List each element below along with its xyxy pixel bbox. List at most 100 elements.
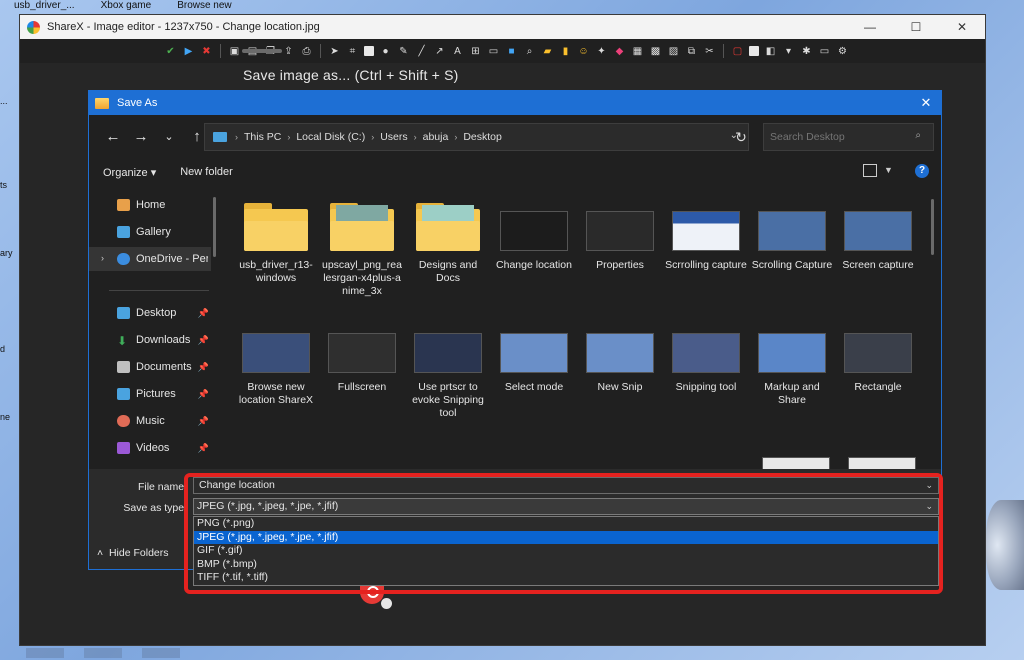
- nav-item-home[interactable]: Home: [117, 195, 213, 215]
- file-item[interactable]: Scrolling Capture: [751, 201, 833, 272]
- file-item[interactable]: Use prtscr to evoke Snipping tool: [407, 333, 489, 420]
- search-input[interactable]: [770, 131, 910, 143]
- ellipse-icon[interactable]: ●: [379, 45, 392, 58]
- sticker-icon[interactable]: ▰: [541, 45, 554, 58]
- tools-icon[interactable]: ✱: [800, 45, 813, 58]
- type-option-bmp[interactable]: BMP (*.bmp): [194, 558, 938, 572]
- dialog-close-button[interactable]: ✕: [911, 95, 941, 111]
- border-size-icon[interactable]: ◧: [764, 45, 777, 58]
- pin-icon[interactable]: 📌: [198, 335, 209, 346]
- desktop-left-label[interactable]: ne: [0, 412, 10, 422]
- border-color-icon[interactable]: ▢: [731, 45, 744, 58]
- gear-icon[interactable]: ⚙: [836, 45, 849, 58]
- file-name-field[interactable]: Change location ⌄: [193, 477, 939, 494]
- shadow-icon[interactable]: ▾: [782, 45, 795, 58]
- file-list-scrollbar[interactable]: [931, 199, 934, 255]
- file-item[interactable]: Change location: [493, 201, 575, 272]
- save-as-type-select[interactable]: JPEG (*.jpg, *.jpeg, *.jpe, *.jfif) ⌄: [193, 498, 939, 515]
- search-box[interactable]: ⌕: [763, 123, 934, 151]
- file-item[interactable]: Screen capture: [837, 201, 919, 272]
- help-icon[interactable]: ?: [915, 164, 929, 178]
- desktop-left-label[interactable]: ts: [0, 180, 7, 190]
- fill-color-icon[interactable]: [749, 46, 759, 56]
- image-thumbnail[interactable]: [848, 457, 916, 469]
- text-bg-icon[interactable]: ⊞: [469, 45, 482, 58]
- desktop-left-label[interactable]: ary: [0, 248, 13, 258]
- cursor-icon[interactable]: ➤: [328, 45, 341, 58]
- breadcrumb-item[interactable]: This PC: [244, 131, 281, 143]
- nav-item-pictures[interactable]: Pictures 📌: [117, 384, 213, 404]
- crop-icon[interactable]: ⌗: [346, 45, 359, 58]
- type-option-gif[interactable]: GIF (*.gif): [194, 544, 938, 558]
- step-icon[interactable]: ■: [505, 45, 518, 58]
- breadcrumb-item[interactable]: Local Disk (C:): [296, 131, 365, 143]
- crop-image-icon[interactable]: ⧉: [685, 45, 698, 58]
- chevron-down-icon[interactable]: ⌄: [925, 478, 933, 493]
- nav-item-videos[interactable]: Videos 📌: [117, 438, 213, 458]
- pin-icon[interactable]: 📌: [198, 443, 209, 454]
- highlight-icon[interactable]: ▮: [559, 45, 572, 58]
- file-item[interactable]: Properties: [579, 201, 661, 272]
- desktop-icon-browse-new[interactable]: Browse new: [177, 0, 231, 11]
- upload-icon[interactable]: ⇪: [282, 45, 295, 58]
- pixelate-icon[interactable]: ▩: [649, 45, 662, 58]
- maximize-button[interactable]: ☐: [893, 15, 939, 39]
- print-icon[interactable]: ⎙: [300, 45, 313, 58]
- desktop-icon-usb-driver[interactable]: usb_driver_...: [14, 0, 75, 11]
- desktop-icon-xbox-game[interactable]: Xbox game: [101, 0, 152, 11]
- emoji-icon[interactable]: ☺: [577, 45, 590, 58]
- file-item[interactable]: Scrrolling capture: [665, 201, 747, 272]
- file-item[interactable]: New Snip: [579, 333, 661, 394]
- pin-icon[interactable]: 📌: [198, 389, 209, 400]
- organize-button[interactable]: Organize ▾: [103, 166, 156, 179]
- file-item[interactable]: upscayl_png_realesrgan-x4plus-anime_3x: [321, 201, 403, 298]
- breadcrumb-item[interactable]: Users: [380, 131, 407, 143]
- forward-button[interactable]: →: [127, 122, 155, 150]
- desktop-left-label[interactable]: d: [0, 344, 5, 354]
- back-button[interactable]: ←: [99, 122, 127, 150]
- chevron-down-icon[interactable]: ▼: [884, 165, 893, 175]
- continue-icon[interactable]: ▶: [182, 45, 195, 58]
- hide-folders-button[interactable]: ˄ Hide Folders: [97, 547, 169, 559]
- line-icon[interactable]: ╱: [415, 45, 428, 58]
- arrow-icon[interactable]: ↗: [433, 45, 446, 58]
- file-item[interactable]: Designs and Docs: [407, 201, 489, 285]
- sharex-titlebar[interactable]: ShareX - Image editor - 1237x750 - Chang…: [20, 15, 985, 39]
- address-bar[interactable]: › This PC › Local Disk (C:) › Users › ab…: [204, 123, 749, 151]
- speech-bubble-icon[interactable]: ▭: [487, 45, 500, 58]
- cut-icon[interactable]: ✂: [703, 45, 716, 58]
- minimize-button[interactable]: —: [847, 15, 893, 39]
- nav-item-downloads[interactable]: ⬇ Downloads 📌: [117, 330, 213, 350]
- pin-icon[interactable]: 📌: [198, 362, 209, 373]
- file-item[interactable]: Markup and Share: [751, 333, 833, 407]
- close-button[interactable]: ✕: [939, 15, 985, 39]
- file-item[interactable]: Browse new location ShareX: [235, 333, 317, 407]
- file-item[interactable]: Rectangle: [837, 333, 919, 394]
- image-thumbnail[interactable]: [762, 457, 830, 469]
- freehand-icon[interactable]: ✎: [397, 45, 410, 58]
- chevron-right-icon[interactable]: ›: [101, 253, 104, 263]
- confirm-icon[interactable]: ✔: [164, 45, 177, 58]
- chevron-down-icon[interactable]: ⌄: [925, 499, 933, 514]
- type-option-jpeg[interactable]: JPEG (*.jpg, *.jpeg, *.jpe, *.jfif): [194, 530, 938, 545]
- text-outline-icon[interactable]: A: [451, 45, 464, 58]
- dialog-titlebar[interactable]: Save As ✕: [89, 91, 941, 115]
- nav-item-documents[interactable]: Documents 📌: [117, 357, 213, 377]
- monitor-icon[interactable]: ▭: [818, 45, 831, 58]
- new-folder-button[interactable]: New folder: [180, 166, 233, 178]
- nav-scrollbar[interactable]: [213, 197, 216, 257]
- file-item[interactable]: Snipping tool: [665, 333, 747, 394]
- save-icon[interactable]: ▣: [228, 45, 241, 58]
- cancel-icon[interactable]: ✖: [200, 45, 213, 58]
- view-options-icon[interactable]: [863, 164, 877, 177]
- nav-item-music[interactable]: Music 📌: [117, 411, 213, 431]
- file-item[interactable]: Select mode: [493, 333, 575, 394]
- breadcrumb-item[interactable]: abuja: [423, 131, 449, 143]
- file-item[interactable]: Fullscreen: [321, 333, 403, 394]
- cursor-stamp-icon[interactable]: ✦: [595, 45, 608, 58]
- desktop-left-label[interactable]: ...: [0, 96, 8, 106]
- blur-icon[interactable]: ▦: [631, 45, 644, 58]
- nav-item-gallery[interactable]: Gallery: [117, 222, 213, 242]
- breadcrumb-item[interactable]: Desktop: [463, 131, 502, 143]
- pin-icon[interactable]: 📌: [198, 416, 209, 427]
